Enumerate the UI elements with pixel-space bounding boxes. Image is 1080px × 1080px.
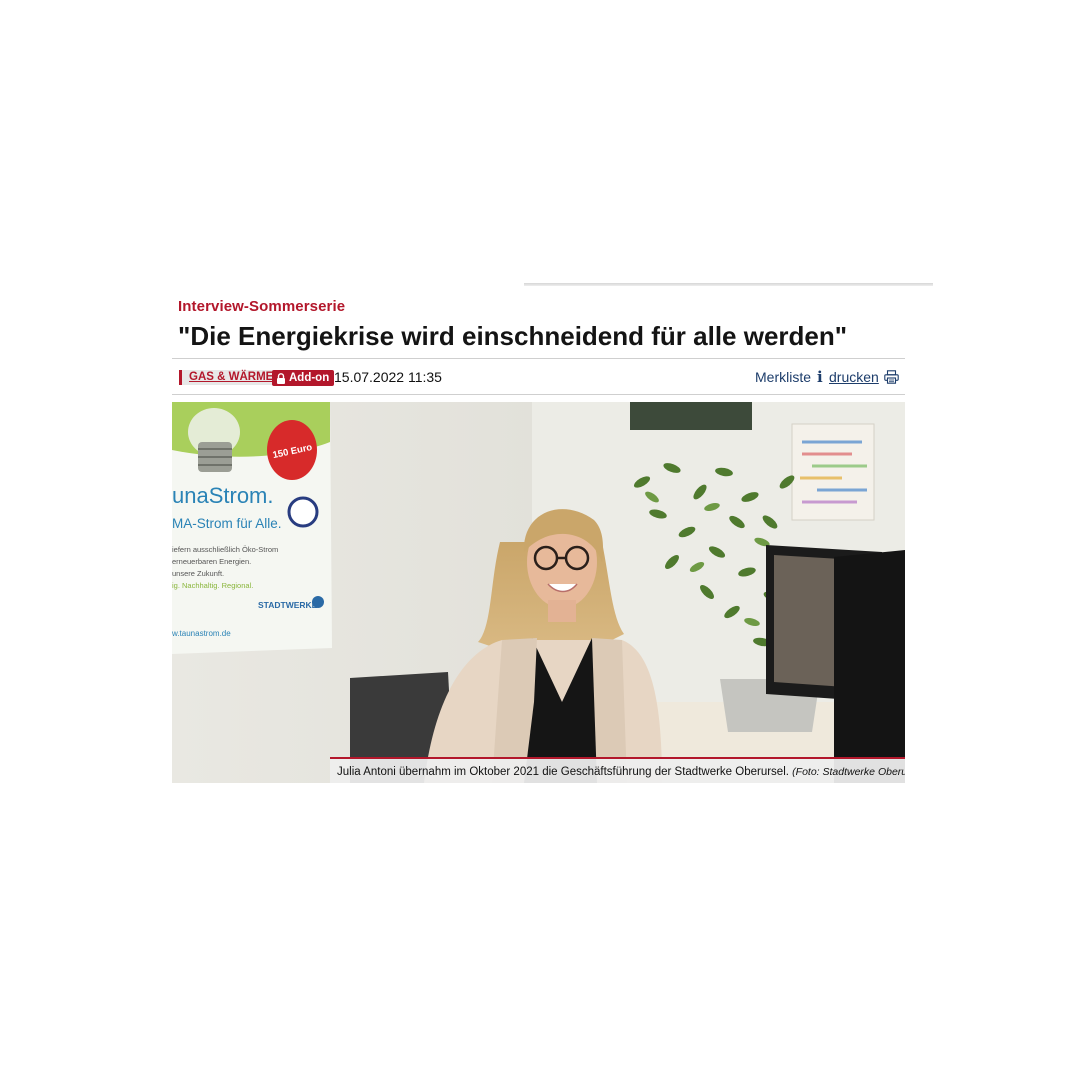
svg-text:w.taunastrom.de: w.taunastrom.de (172, 629, 231, 638)
article-kicker: Interview-Sommerserie (178, 298, 346, 315)
print-label: drucken (829, 369, 879, 385)
addon-label: Add-on (289, 372, 330, 384)
lock-icon (277, 372, 285, 384)
photo-illustration: 150 Euro unaStrom. MA-Strom für Alle. ie… (172, 402, 905, 783)
svg-text:unsere Zukunft.: unsere Zukunft. (172, 569, 224, 578)
addon-badge: Add-on (272, 370, 335, 386)
svg-text:unaStrom.: unaStrom. (172, 483, 274, 508)
print-link[interactable]: drucken (829, 369, 899, 385)
category-tag-link[interactable]: GAS & WÄRME (179, 370, 280, 385)
publish-date: 15.07.2022 11:35 (334, 369, 442, 385)
article-photo: 150 Euro unaStrom. MA-Strom für Alle. ie… (172, 402, 905, 783)
merkliste-label: Merkliste (755, 369, 812, 385)
svg-text:iefern ausschließlich Öko-Stro: iefern ausschließlich Öko-Strom (172, 545, 278, 554)
photo-caption: Julia Antoni übernahm im Oktober 2021 di… (330, 757, 905, 783)
svg-text:erneuerbaren Energien.: erneuerbaren Energien. (172, 557, 251, 566)
article-meta-bar: GAS & WÄRME Add-on 15.07.2022 11:35 Merk… (172, 358, 905, 395)
merkliste-button[interactable]: Merkliste i (755, 368, 823, 386)
top-divider (524, 283, 933, 286)
caption-text: Julia Antoni übernahm im Oktober 2021 di… (337, 766, 789, 778)
svg-text:MA-Strom für Alle.: MA-Strom für Alle. (172, 516, 282, 531)
svg-text:STADTWERKE: STADTWERKE (258, 600, 318, 610)
article-headline: "Die Energiekrise wird einschneidend für… (178, 321, 848, 351)
printer-icon (884, 370, 899, 384)
svg-text:ig. Nachhaltig. Regional.: ig. Nachhaltig. Regional. (172, 581, 253, 590)
photo-credit: (Foto: Stadtwerke Oberursel) (792, 766, 905, 778)
info-icon[interactable]: i (817, 368, 823, 386)
